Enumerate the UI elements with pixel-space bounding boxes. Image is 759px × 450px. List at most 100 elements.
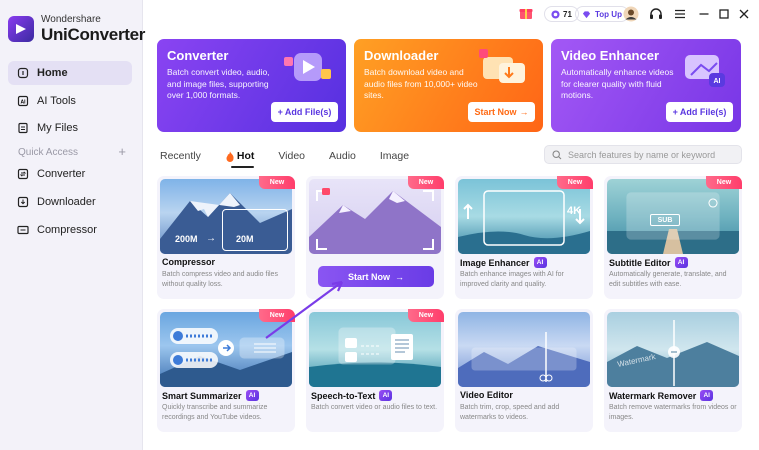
new-badge: New (408, 176, 444, 189)
menu-icon[interactable] (672, 6, 688, 22)
arrow-right-icon: → (206, 233, 216, 244)
sidebar-item-label: Downloader (37, 196, 96, 208)
downloader-start-now-button[interactable]: Start Now → (468, 102, 535, 122)
sub-label: SUB (650, 214, 680, 226)
converter-icon (17, 168, 29, 180)
svg-text:AI: AI (21, 100, 27, 106)
sidebar-item-downloader[interactable]: Downloader (8, 190, 132, 214)
card-title: Compressor (162, 257, 216, 267)
sidebar-item-compressor[interactable]: Compressor (8, 218, 132, 242)
compressor-thumbnail: 200M → 20M (160, 179, 292, 254)
card-watermark-remover[interactable]: Watermark Watermark Remover AI Batch remo… (604, 309, 742, 432)
tab-image[interactable]: Image (380, 150, 409, 162)
close-icon[interactable] (736, 6, 752, 22)
top-up-button[interactable]: Top Up (575, 6, 629, 22)
downloader-art-icon (479, 49, 525, 83)
new-badge: New (408, 309, 444, 322)
card-title: Smart Summarizer AI (162, 390, 259, 401)
card-description: Batch convert video or audio files to te… (311, 404, 438, 411)
sidebar-item-label: AI Tools (37, 95, 76, 107)
sidebar-item-ai-tools[interactable]: AI AI Tools (8, 89, 132, 113)
card-title: Watermark Remover AI (609, 390, 714, 401)
sidebar-item-label: Converter (37, 168, 86, 180)
size-before: 200M (175, 234, 198, 244)
downloader-banner[interactable]: Downloader Batch download video and audi… (354, 39, 543, 132)
quick-access-add-button[interactable]: + (118, 145, 126, 158)
top-up-label: Top Up (595, 9, 622, 19)
feature-tabs: Recently Hot Video Audio Image (160, 146, 433, 168)
banner-title: Downloader (364, 48, 439, 63)
image-enhancer-thumbnail: 4K (458, 179, 590, 254)
tab-recently[interactable]: Recently (160, 150, 201, 162)
card-title: Subtitle Editor AI (609, 257, 688, 268)
search-input[interactable]: Search features by name or keyword (544, 145, 742, 164)
card-video-editor[interactable]: Video Editor Batch trim, crop, speed and… (455, 309, 593, 432)
video-enhancer-add-files-button[interactable]: + Add File(s) (666, 102, 733, 122)
tab-video[interactable]: Video (278, 150, 305, 162)
size-after: 20M (236, 234, 254, 244)
ai-badge: AI (379, 390, 393, 401)
app-logo: Wondershare UniConverter (8, 14, 145, 44)
converter-art-icon (284, 53, 331, 81)
files-icon (18, 122, 28, 134)
compressor-icon (17, 225, 29, 235)
card-title: Video Editor (460, 390, 513, 400)
image-thumbnail (309, 179, 441, 254)
gift-icon[interactable] (518, 5, 534, 21)
sidebar-item-converter[interactable]: Converter (8, 162, 132, 186)
ai-badge: AI (533, 257, 547, 268)
diamond-icon (582, 10, 591, 18)
new-badge: New (706, 176, 742, 189)
card-description: Batch enhance images with AI for improve… (460, 271, 564, 288)
video-trim-image (458, 332, 590, 387)
converter-banner[interactable]: Converter Batch convert video, audio, an… (157, 39, 346, 132)
pointer-arrow-icon (265, 280, 344, 339)
brand-name: UniConverter (41, 25, 146, 44)
tab-audio[interactable]: Audio (329, 150, 356, 162)
video-enhancer-banner[interactable]: Video Enhancer Automatically enhance vid… (551, 39, 741, 132)
tab-hot[interactable]: Hot (225, 150, 254, 168)
lake-image (607, 320, 739, 387)
home-icon (17, 67, 29, 79)
compress-frame (222, 209, 288, 251)
banner-description: Batch download video and audio files fro… (364, 67, 478, 100)
banner-title: Converter (167, 48, 229, 63)
card-description: Automatically generate, translate, and e… (609, 271, 727, 288)
avatar-icon[interactable] (623, 6, 639, 22)
card-subtitle-editor[interactable]: SUB New Subtitle Editor AI Automatically … (604, 176, 742, 299)
quick-access-header: Quick Access + (18, 145, 126, 158)
button-label: Add File(s) (679, 107, 727, 117)
converter-add-files-button[interactable]: + Add File(s) (271, 102, 338, 122)
mountain-image (309, 188, 441, 254)
banner-title: Video Enhancer (561, 48, 660, 63)
ai-badge: AI (674, 257, 688, 268)
coins-badge[interactable]: 71 (544, 6, 579, 22)
card-description: Batch remove watermarks from videos or i… (609, 404, 737, 421)
new-badge: New (557, 176, 593, 189)
headset-icon[interactable] (648, 6, 664, 22)
card-title: Speech-to-Text AI (311, 390, 393, 401)
card-title: Image Enhancer AI (460, 257, 547, 268)
start-now-label: Start Now (347, 271, 390, 282)
banner-description: Batch convert video, audio, and image fi… (167, 67, 270, 100)
resolution-label: 4K (567, 205, 582, 217)
button-label: Add File(s) (284, 107, 332, 117)
arrow-right-icon: → (395, 271, 404, 282)
title-bar: 71 Top Up (143, 0, 759, 28)
svg-text:AI: AI (714, 78, 721, 85)
flame-icon (226, 151, 234, 162)
button-label: Start Now (474, 107, 517, 117)
sidebar-item-my-files[interactable]: My Files (8, 116, 132, 140)
banner-description: Automatically enhance videos for clearer… (561, 67, 674, 100)
maximize-icon[interactable] (716, 6, 732, 22)
ai-badge: AI (700, 390, 714, 401)
minimize-icon[interactable] (696, 6, 712, 22)
coin-icon (551, 9, 560, 19)
new-badge: New (259, 176, 295, 189)
quick-access-label: Quick Access (18, 147, 79, 158)
search-placeholder: Search features by name or keyword (568, 149, 716, 160)
card-image-enhancer[interactable]: 4K New Image Enhancer AI Batch enhance im… (455, 176, 593, 299)
sidebar-item-home[interactable]: Home (8, 61, 132, 85)
sidebar-item-label: My Files (37, 122, 78, 134)
card-description: Batch trim, crop, speed and add watermar… (460, 404, 560, 421)
